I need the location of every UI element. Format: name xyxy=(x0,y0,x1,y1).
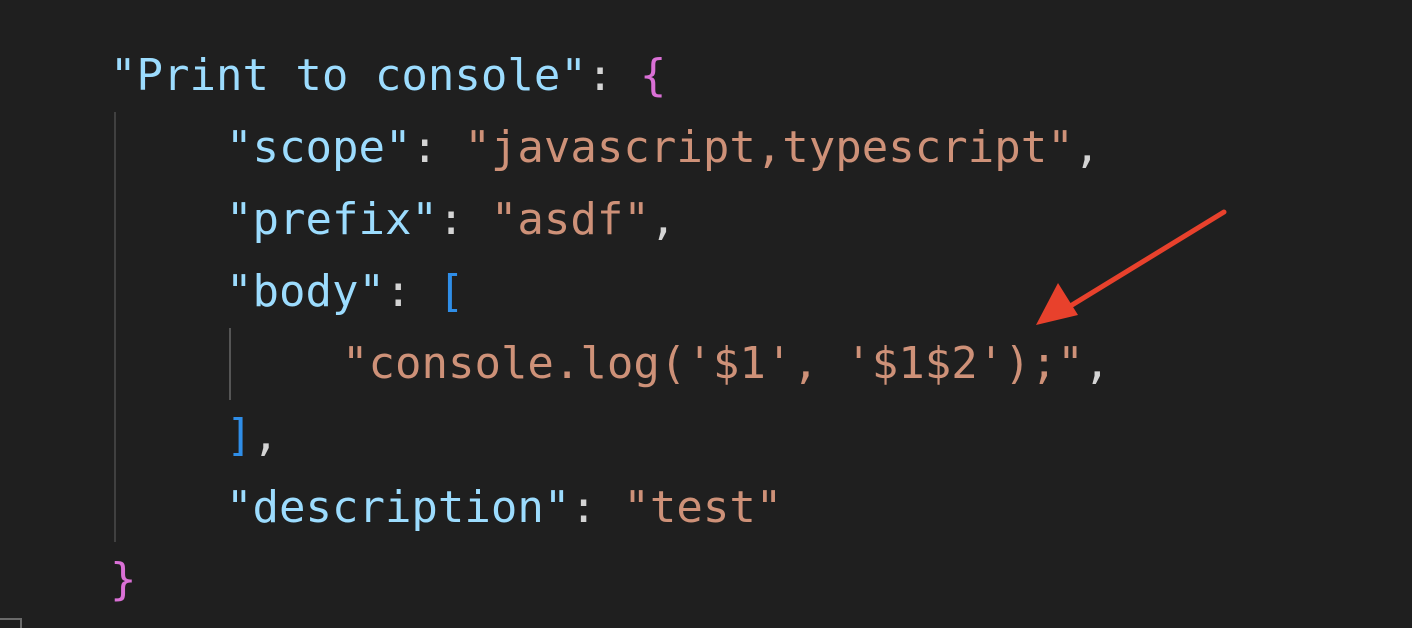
code-line-body[interactable]: "body": [ xyxy=(226,256,464,328)
arrow-shaft xyxy=(1069,209,1227,308)
body-line-value: "console.log('$1', '$1$2');" xyxy=(342,338,1084,389)
scope-key: "scope" xyxy=(226,122,412,173)
comma: , xyxy=(1083,338,1111,389)
code-line-prefix[interactable]: "prefix": "asdf", xyxy=(226,184,676,256)
colon: : xyxy=(411,122,465,173)
colon: : xyxy=(437,194,491,245)
description-key: "description" xyxy=(226,482,571,533)
indent-guide-outer xyxy=(114,112,116,542)
code-line-snippet-name[interactable]: "Print to console": { xyxy=(110,40,666,112)
code-line-close[interactable]: } xyxy=(110,544,137,616)
editor-corner-marker xyxy=(0,618,22,628)
code-line-description[interactable]: "description": "test" xyxy=(226,472,782,544)
prefix-value: "asdf" xyxy=(490,194,650,245)
colon: : xyxy=(586,50,640,101)
code-line-body-close[interactable]: ], xyxy=(226,400,279,472)
close-bracket: ] xyxy=(226,410,253,461)
colon: : xyxy=(570,482,624,533)
code-editor[interactable]: "Print to console": { "scope": "javascri… xyxy=(0,0,1412,628)
arrow-head xyxy=(1036,283,1078,325)
comma: , xyxy=(1073,122,1101,173)
description-value: "test" xyxy=(623,482,783,533)
comma: , xyxy=(252,410,280,461)
open-brace: { xyxy=(639,50,667,101)
scope-value: "javascript,typescript" xyxy=(464,122,1074,173)
body-key: "body" xyxy=(226,266,385,317)
open-bracket: [ xyxy=(437,266,465,317)
colon: : xyxy=(384,266,438,317)
code-line-scope[interactable]: "scope": "javascript,typescript", xyxy=(226,112,1100,184)
comma: , xyxy=(649,194,677,245)
close-brace: } xyxy=(110,554,137,605)
prefix-key: "prefix" xyxy=(226,194,438,245)
code-line-body-entry[interactable]: "console.log('$1', '$1$2');", xyxy=(342,328,1110,400)
indent-guide-body xyxy=(229,328,231,400)
snippet-name-key: "Print to console" xyxy=(110,50,587,101)
